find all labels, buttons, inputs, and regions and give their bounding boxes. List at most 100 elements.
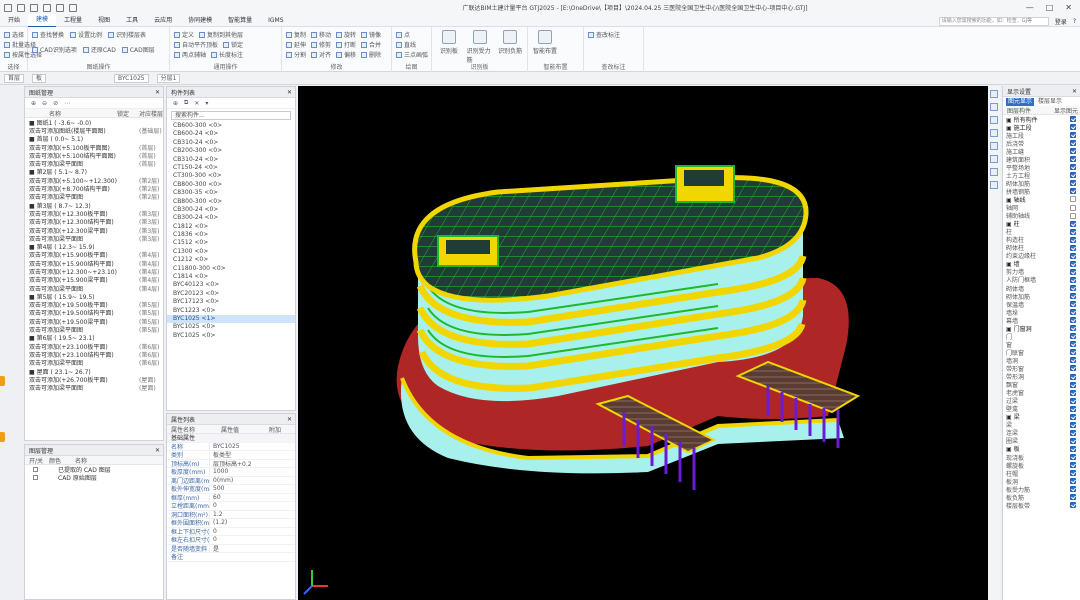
table-row[interactable]: 双击可添加(+12.300板平面) (第3层) bbox=[25, 209, 163, 218]
list-item[interactable]: CB800-300 <0> bbox=[167, 198, 295, 206]
checkbox-icon[interactable] bbox=[1070, 397, 1076, 404]
side-tab-marker[interactable] bbox=[0, 432, 5, 442]
list-item[interactable]: C1300 <0> bbox=[167, 248, 295, 256]
table-row[interactable]: ■ 首层 ( 0.0~ 5.1) bbox=[25, 135, 163, 143]
checkbox-icon[interactable] bbox=[1070, 341, 1076, 348]
table-row[interactable]: 双击可添加图纸(楼层平面图) (基础层) bbox=[25, 126, 163, 135]
close-icon[interactable]: ✕ bbox=[1072, 88, 1077, 95]
table-row[interactable]: ■ 第6层 ( 19.5~ 23.1) bbox=[25, 334, 163, 342]
table-row[interactable]: 双击可添加(+15.900结构平面) (第4层) bbox=[25, 259, 163, 268]
side-tab-marker[interactable] bbox=[0, 376, 5, 386]
checkbox-icon[interactable] bbox=[1070, 212, 1076, 219]
checkbox-icon[interactable] bbox=[1070, 116, 1076, 123]
ribbon-item[interactable]: CAD识别选项 bbox=[32, 45, 77, 54]
close-icon[interactable]: ✕ bbox=[155, 89, 160, 96]
table-row[interactable]: ■ 第2层 ( 5.1~ 8.7) bbox=[25, 168, 163, 176]
list-item[interactable]: C8300-35 <0> bbox=[167, 189, 295, 197]
ribbon-item[interactable]: 还原CAD bbox=[82, 45, 116, 54]
ribbon-item[interactable]: 选择 bbox=[4, 30, 24, 39]
redo-icon[interactable] bbox=[56, 3, 64, 12]
property-value[interactable]: (1.2) bbox=[209, 519, 269, 527]
checkbox-icon[interactable] bbox=[1070, 148, 1076, 155]
checkbox-icon[interactable] bbox=[1070, 276, 1076, 283]
table-row[interactable]: 双击可添加梁平面图 (第5层) bbox=[25, 325, 163, 334]
ribbon-item[interactable]: 对齐 bbox=[311, 50, 331, 59]
checkbox-icon[interactable] bbox=[1070, 333, 1076, 340]
property-value[interactable]: 0(mm) bbox=[209, 476, 269, 484]
checkbox-icon[interactable] bbox=[1070, 132, 1076, 139]
property-value[interactable]: 是 bbox=[209, 543, 269, 553]
property-value[interactable]: 1000 bbox=[209, 468, 269, 476]
table-row[interactable]: 双击可添加梁平面图 (屋面) bbox=[25, 384, 163, 392]
tab-tools[interactable]: 工具 bbox=[118, 15, 146, 27]
table-row[interactable]: 双击可添加(+23.100结构平面) (第6层) bbox=[25, 350, 163, 359]
table-row[interactable]: ■ 第5层 ( 15.9~ 19.5) bbox=[25, 292, 163, 301]
list-item[interactable]: C1512 <0> bbox=[167, 239, 295, 247]
checkbox-icon[interactable] bbox=[1070, 373, 1076, 380]
ribbon-item[interactable]: 移动 bbox=[311, 30, 331, 39]
ribbon-item[interactable]: CAD图层 bbox=[121, 45, 155, 54]
ribbon-item[interactable]: 偏移 bbox=[336, 50, 356, 59]
property-value[interactable]: 1.2 bbox=[209, 510, 269, 518]
list-item[interactable]: C1814 <0> bbox=[167, 273, 295, 281]
property-value[interactable]: BYC1025 bbox=[209, 442, 269, 450]
list-item[interactable]: BYC1025 <0> bbox=[167, 323, 295, 331]
checkbox-icon[interactable] bbox=[1070, 381, 1076, 388]
tab-quantity[interactable]: 工程量 bbox=[56, 15, 90, 27]
checkbox-icon[interactable] bbox=[1070, 478, 1076, 485]
close-icon[interactable]: ✕ bbox=[155, 447, 160, 454]
list-item[interactable]: BYC1025 <0> bbox=[167, 332, 295, 340]
list-item[interactable]: CB800-300 <0> bbox=[167, 181, 295, 189]
list-item[interactable]: CB600-24 <0> bbox=[167, 130, 295, 138]
table-row[interactable]: 双击可添加(+15.900梁平面) (第4层) bbox=[25, 276, 163, 284]
checkbox-icon[interactable] bbox=[1070, 293, 1076, 300]
layer-toggle-icon[interactable] bbox=[990, 155, 998, 163]
tab-cloud[interactable]: 云应用 bbox=[146, 15, 180, 27]
ribbon-item[interactable]: 删除 bbox=[361, 50, 381, 59]
zoom-icon[interactable] bbox=[990, 129, 998, 137]
property-value[interactable]: 60 bbox=[209, 493, 269, 501]
type-select[interactable]: 板 bbox=[32, 73, 47, 83]
table-row[interactable]: 双击可添加梁平面图 (首层) bbox=[25, 159, 163, 168]
floor-select[interactable]: 首层 bbox=[4, 73, 25, 83]
building-model[interactable] bbox=[298, 86, 1000, 600]
checkbox-icon[interactable] bbox=[1070, 196, 1076, 203]
table-row[interactable]: 双击可添加(+12.300梁平面) (第3层) bbox=[25, 226, 163, 235]
property-row[interactable]: 备注 bbox=[167, 553, 295, 562]
checkbox-icon[interactable] bbox=[1070, 140, 1076, 147]
table-row[interactable]: 双击可添加(+12.300~+23.10) (第4层) bbox=[25, 267, 163, 276]
filter-icon[interactable]: ▾ bbox=[205, 100, 208, 107]
checkbox-icon[interactable] bbox=[33, 466, 38, 472]
tab-igms[interactable]: IGMS bbox=[260, 15, 291, 27]
measure-icon[interactable] bbox=[990, 181, 998, 189]
ribbon-item[interactable]: 长度标注 bbox=[211, 50, 243, 59]
checkbox-icon[interactable] bbox=[1070, 325, 1076, 332]
checkbox-icon[interactable] bbox=[1070, 172, 1076, 179]
save-icon[interactable] bbox=[30, 3, 38, 12]
table-row[interactable]: ■ 第4层 ( 12.3~ 15.9) bbox=[25, 242, 163, 251]
ribbon-item[interactable]: 延伸 bbox=[286, 40, 306, 49]
checkbox-icon[interactable] bbox=[1070, 365, 1076, 372]
tab-floor-display[interactable]: 楼层显示 bbox=[1036, 98, 1064, 106]
checkbox-icon[interactable] bbox=[1070, 389, 1076, 396]
tab-collab[interactable]: 协同建模 bbox=[180, 15, 220, 27]
property-value[interactable]: 0 bbox=[209, 527, 269, 535]
user-login-button[interactable]: 登录 bbox=[1055, 17, 1067, 26]
table-row[interactable]: 双击可添加(+8.700结构平面) (第2层) bbox=[25, 184, 163, 193]
ribbon-item[interactable]: 查找替换 bbox=[32, 30, 64, 39]
fit-view-icon[interactable] bbox=[990, 142, 998, 150]
lock-icon[interactable]: ⊘ bbox=[53, 100, 58, 107]
list-item[interactable]: BYC20123 <0> bbox=[167, 290, 295, 298]
ribbon-item[interactable]: 合并 bbox=[361, 40, 381, 49]
ribbon-item[interactable]: 旋转 bbox=[336, 30, 356, 39]
pan-icon[interactable] bbox=[990, 116, 998, 124]
list-item[interactable]: CB310-24 <0> bbox=[167, 156, 295, 164]
checkbox-icon[interactable] bbox=[1070, 486, 1076, 493]
ribbon-item[interactable]: 镜像 bbox=[361, 30, 381, 39]
ribbon-item[interactable]: 设置比例 bbox=[70, 30, 102, 39]
3d-viewport[interactable] bbox=[298, 86, 1000, 600]
checkbox-icon[interactable] bbox=[1070, 470, 1076, 477]
property-value[interactable]: 0 bbox=[209, 536, 269, 544]
new-file-icon[interactable] bbox=[4, 3, 12, 12]
ribbon-item[interactable]: 识别楼层表 bbox=[108, 30, 146, 39]
